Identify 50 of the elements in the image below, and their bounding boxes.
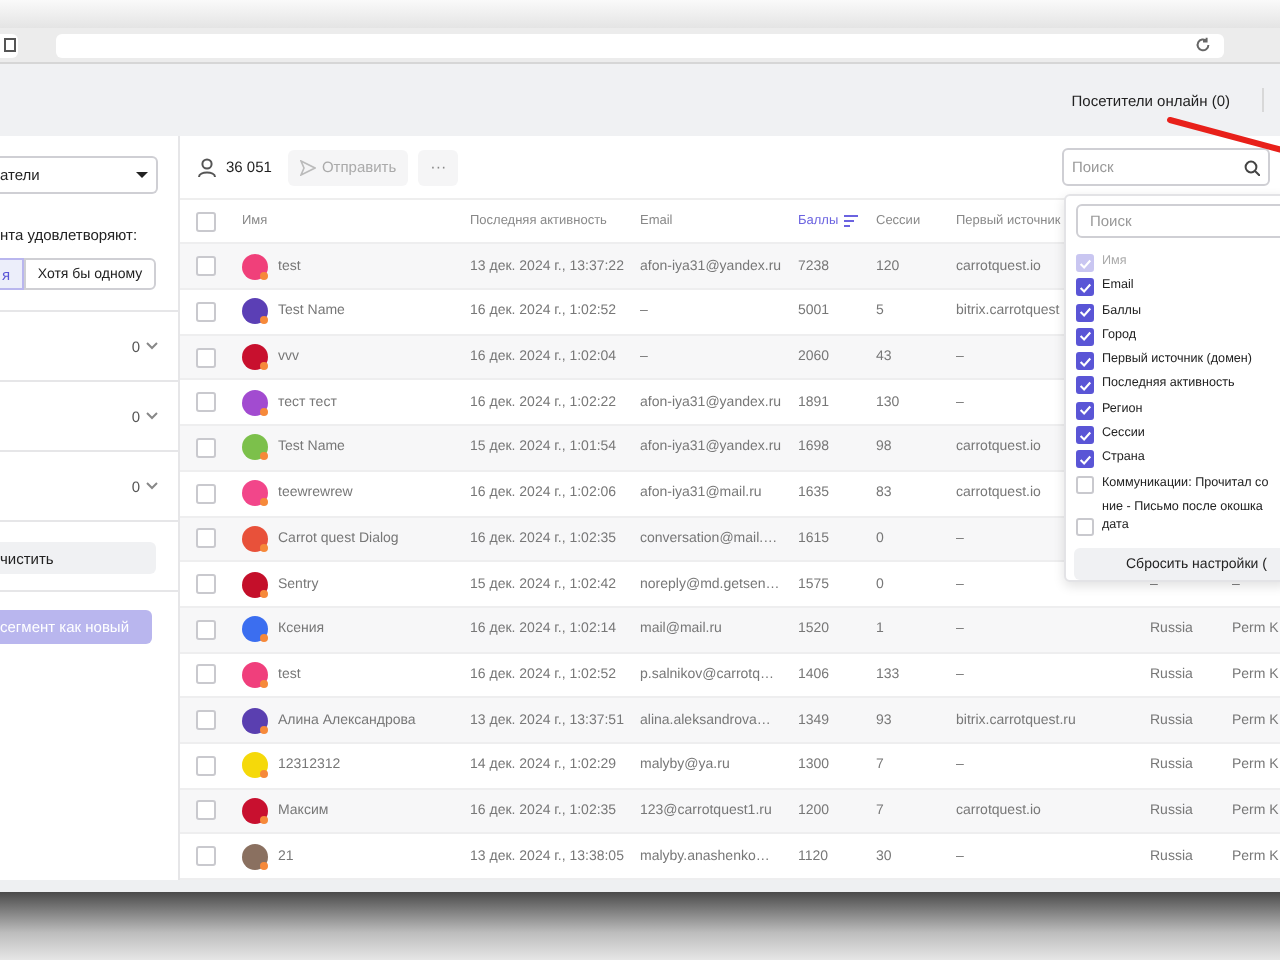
person-icon <box>198 157 216 178</box>
caret-icon <box>136 172 148 178</box>
column-checkbox[interactable] <box>1076 303 1094 322</box>
row-checkbox[interactable] <box>196 755 216 776</box>
row-checkbox[interactable] <box>196 437 216 458</box>
badge-dot <box>260 498 268 507</box>
select-all-checkbox[interactable] <box>196 211 216 232</box>
column-checkbox[interactable] <box>1076 450 1094 469</box>
badge-dot <box>260 634 268 643</box>
column-checkbox[interactable] <box>1076 426 1094 445</box>
row-checkbox[interactable] <box>196 301 216 322</box>
chevron-down-icon <box>146 342 158 350</box>
badge-dot <box>260 725 268 734</box>
chevron-down-icon <box>146 412 158 420</box>
sort-icon[interactable] <box>844 214 859 229</box>
chevron-down-icon <box>146 482 158 490</box>
row-checkbox[interactable] <box>196 256 216 277</box>
row-checkbox[interactable] <box>196 800 216 821</box>
badge-dot <box>260 589 268 598</box>
badge-dot <box>260 815 268 824</box>
send-icon <box>299 159 316 176</box>
column-checkbox[interactable] <box>1076 278 1094 297</box>
column-checkbox[interactable] <box>1076 376 1094 395</box>
badge-dot <box>260 452 268 461</box>
column-checkbox[interactable] <box>1076 327 1094 346</box>
row-checkbox[interactable] <box>196 483 216 504</box>
column-checkbox[interactable] <box>1076 352 1094 371</box>
row-checkbox[interactable] <box>196 574 216 595</box>
badge-dot <box>260 770 268 779</box>
address-field[interactable] <box>56 33 1224 57</box>
annotation-line <box>1166 116 1280 156</box>
row-checkbox[interactable] <box>196 619 216 640</box>
badge-dot <box>260 543 268 552</box>
row-checkbox[interactable] <box>196 528 216 549</box>
badge-dot <box>260 316 268 325</box>
row-checkbox[interactable] <box>196 710 216 731</box>
badge-dot <box>260 679 268 688</box>
row-checkbox[interactable] <box>196 846 216 867</box>
row-checkbox[interactable] <box>196 347 216 368</box>
reload-icon[interactable] <box>1194 36 1212 54</box>
search-icon <box>1244 159 1260 176</box>
badge-dot <box>260 407 268 416</box>
row-checkbox[interactable] <box>196 664 216 685</box>
badge-dot <box>260 271 268 280</box>
column-checkbox[interactable] <box>1076 401 1094 420</box>
badge-dot <box>260 362 268 371</box>
sidebar-toggle-button[interactable] <box>0 33 18 57</box>
square-icon <box>3 38 15 52</box>
badge-dot <box>260 861 268 870</box>
row-checkbox[interactable] <box>196 392 216 413</box>
